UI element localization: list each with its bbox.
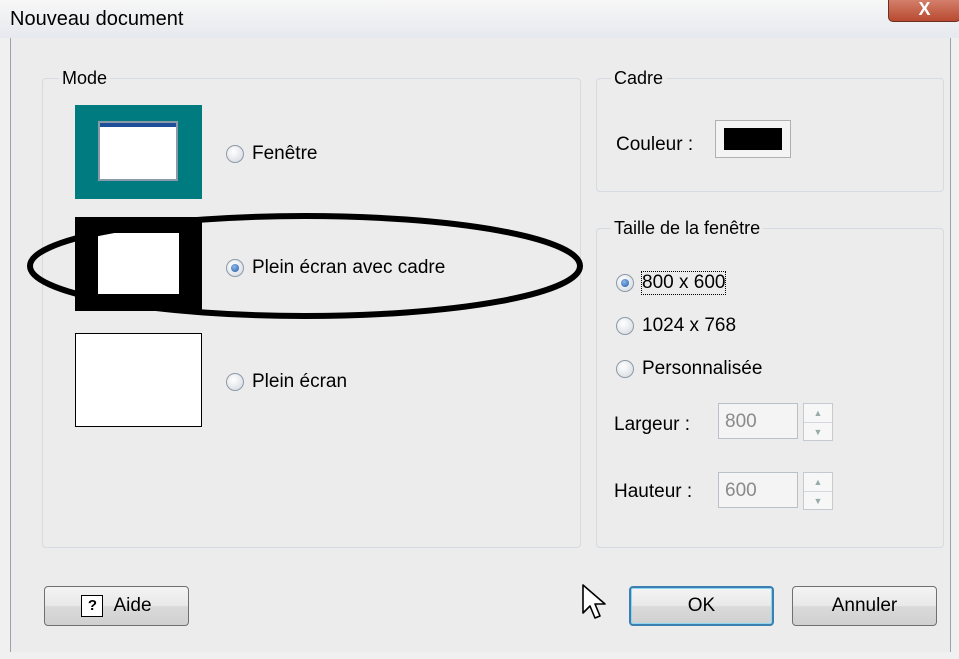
mode-legend: Mode [59, 67, 111, 89]
fenetre-label: Fenêtre [252, 143, 318, 164]
window-preview-icon[interactable] [75, 105, 202, 199]
mode-option-plein-ecran-cadre[interactable]: Plein écran avec cadre [226, 257, 445, 279]
help-button[interactable]: ? Aide [44, 586, 189, 626]
spin-up-icon[interactable]: ▲ [804, 404, 832, 423]
size-800-label: 800 x 600 [640, 271, 727, 295]
hauteur-spinner[interactable]: ▲ ▼ [803, 472, 833, 510]
color-swatch [724, 128, 782, 150]
radio-800x600[interactable] [616, 274, 634, 292]
ok-button[interactable]: OK [629, 586, 774, 626]
title-bar: Nouveau document X [0, 0, 959, 38]
size-custom-label: Personnalisée [642, 358, 763, 379]
help-label: Aide [113, 595, 152, 616]
mode-option-fenetre[interactable]: Fenêtre [226, 143, 317, 165]
dialog-body: Mode Fenêtre Plein écran avec cadre Plei… [10, 38, 951, 652]
spin-down-icon[interactable]: ▼ [804, 423, 832, 441]
help-icon: ? [81, 595, 104, 617]
size-option-custom[interactable]: Personnalisée [616, 358, 762, 380]
mode-option-plein-ecran[interactable]: Plein écran [226, 371, 347, 393]
largeur-input[interactable]: 800 [718, 403, 798, 439]
cancel-button[interactable]: Annuler [792, 586, 937, 626]
hauteur-input[interactable]: 600 [718, 472, 798, 508]
plein-ecran-cadre-label: Plein écran avec cadre [252, 257, 446, 278]
mouse-cursor-icon [582, 584, 606, 619]
couleur-label: Couleur : [616, 134, 694, 155]
fullscreen-frame-preview-icon[interactable] [75, 217, 202, 311]
window-title: Nouveau document [10, 8, 184, 30]
radio-personnalisee[interactable] [616, 360, 634, 378]
fullscreen-preview-icon[interactable] [75, 333, 202, 427]
radio-fenetre[interactable] [226, 145, 244, 163]
plein-ecran-label: Plein écran [252, 371, 348, 392]
largeur-spinner[interactable]: ▲ ▼ [803, 403, 833, 441]
largeur-label: Largeur : [614, 414, 691, 435]
radio-plein-ecran-cadre[interactable] [226, 259, 244, 277]
close-button[interactable]: X [888, 0, 959, 22]
ok-label: OK [687, 595, 716, 616]
hauteur-label: Hauteur : [614, 481, 693, 502]
cancel-label: Annuler [831, 595, 898, 616]
taille-legend: Taille de la fenêtre [611, 217, 764, 239]
spin-down-icon[interactable]: ▼ [804, 492, 832, 510]
size-option-800[interactable]: 800 x 600 [616, 271, 727, 295]
size-1024-label: 1024 x 768 [642, 315, 737, 336]
close-icon: X [918, 0, 931, 19]
spin-up-icon[interactable]: ▲ [804, 473, 832, 492]
color-swatch-button[interactable] [715, 120, 791, 158]
radio-1024x768[interactable] [616, 317, 634, 335]
radio-plein-ecran[interactable] [226, 373, 244, 391]
cadre-legend: Cadre [611, 67, 667, 89]
size-option-1024[interactable]: 1024 x 768 [616, 315, 736, 337]
